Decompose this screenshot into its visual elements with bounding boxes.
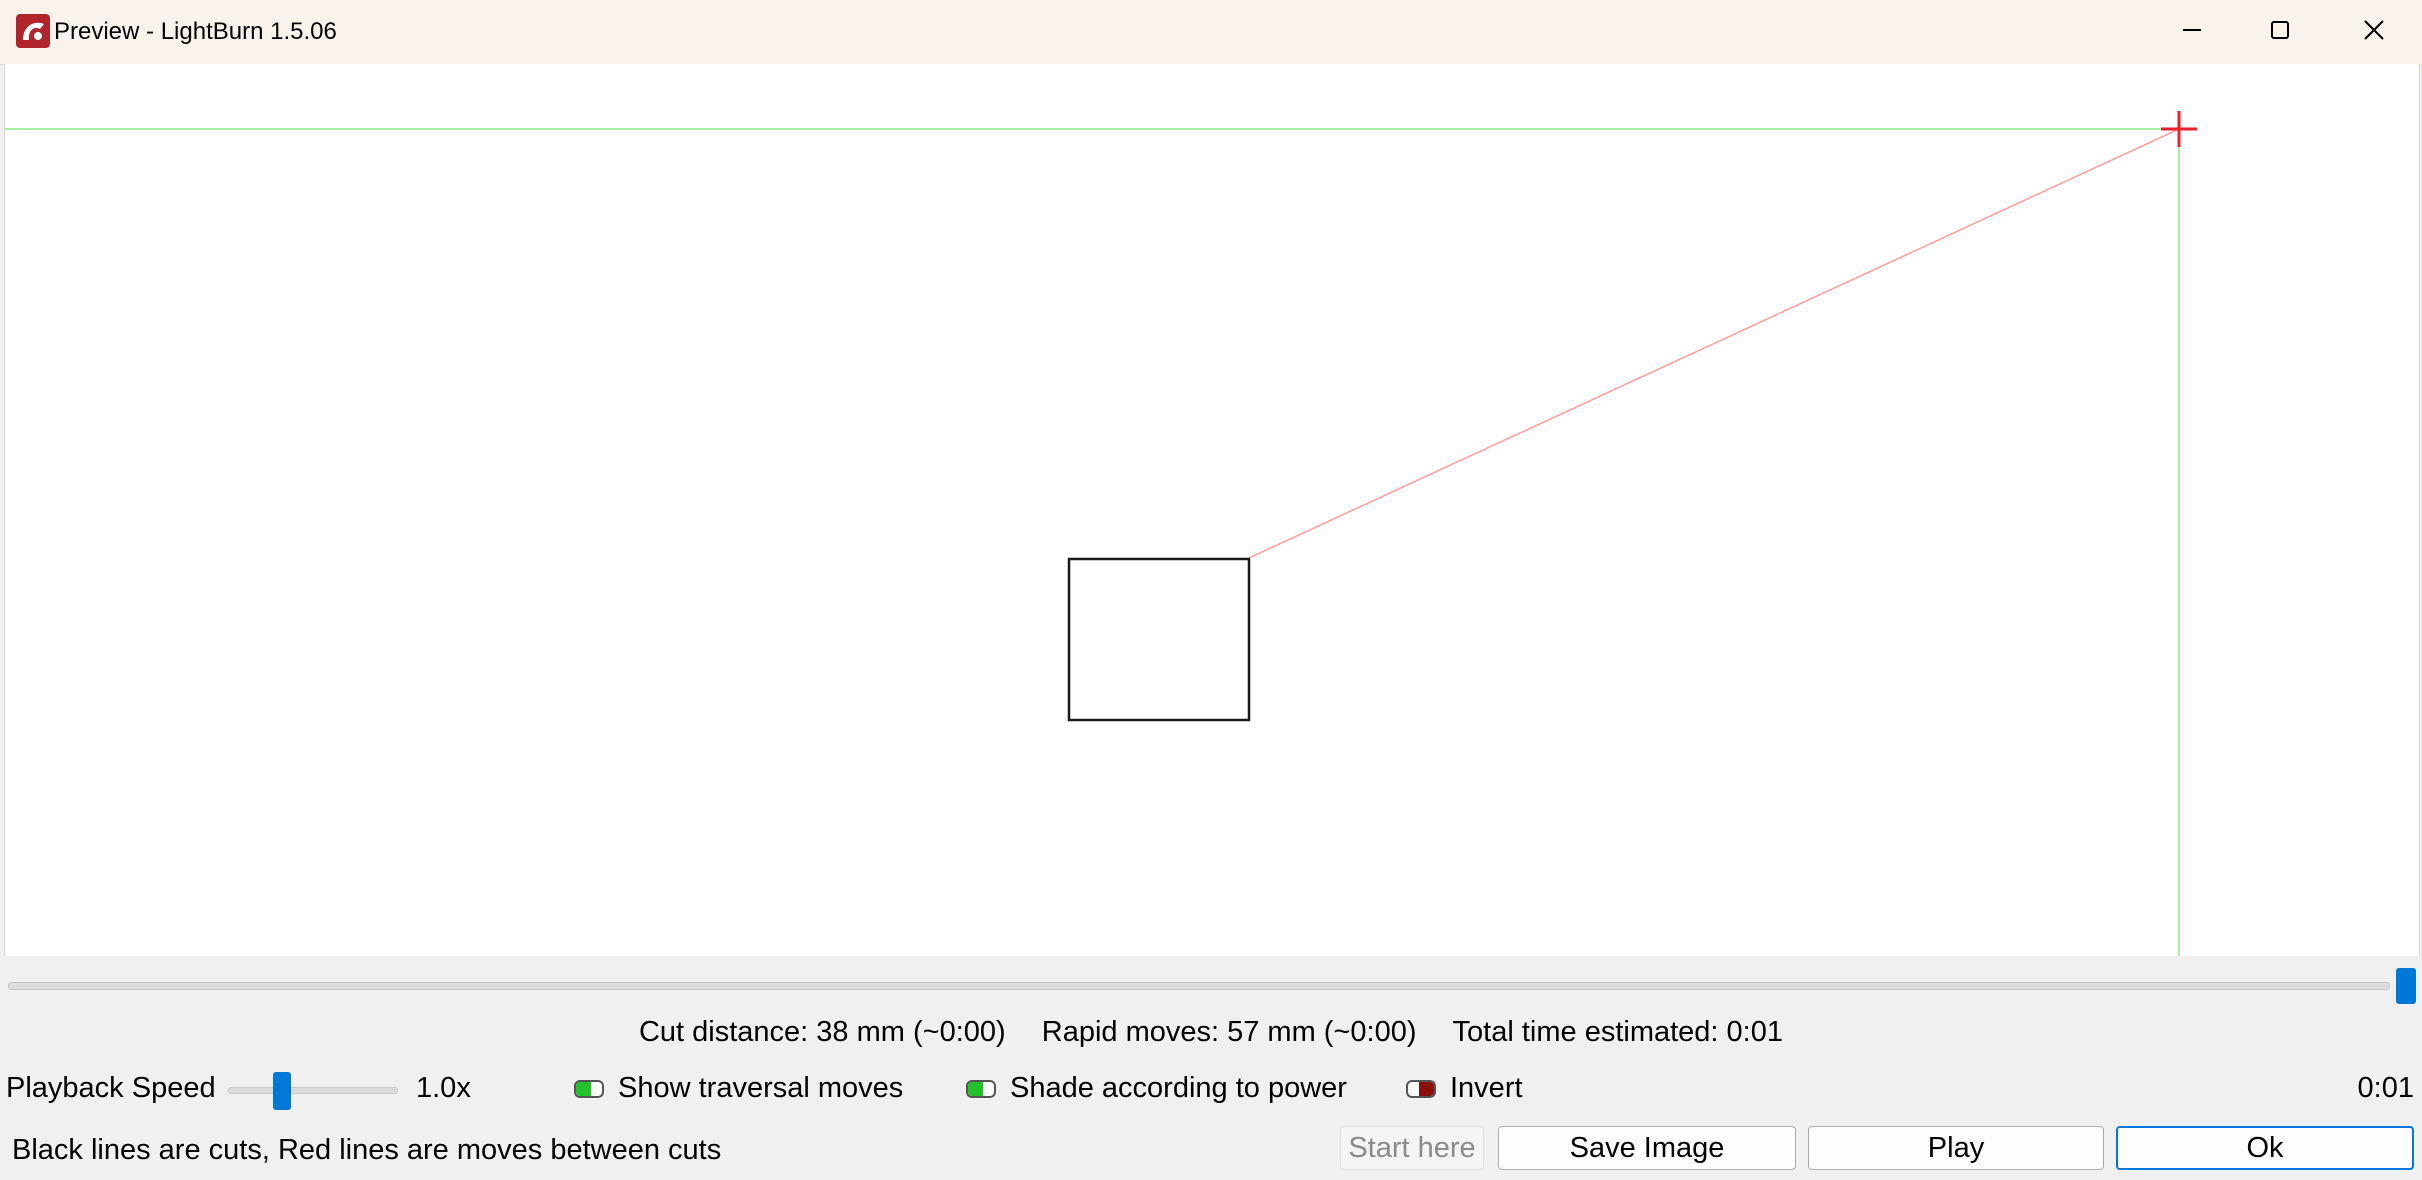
lightburn-logo-icon	[16, 14, 50, 48]
cut-square	[1067, 557, 1251, 722]
timeline-slider[interactable]	[8, 968, 2418, 1004]
timeline-track[interactable]	[8, 982, 2390, 990]
title-bar[interactable]: Preview - LightBurn 1.5.06	[0, 0, 2422, 65]
save-image-button[interactable]: Save Image	[1498, 1126, 1796, 1170]
invert-toggle[interactable]	[1406, 1080, 1436, 1098]
elapsed-time: 0:01	[2357, 1072, 2414, 1104]
rapid-move-line	[1248, 128, 2180, 559]
toggle-on-indicator	[968, 1082, 983, 1096]
toggle-on-indicator	[576, 1082, 591, 1096]
close-icon	[2364, 20, 2384, 40]
close-button[interactable]	[2328, 0, 2420, 60]
shade-power-toggle[interactable]	[966, 1080, 996, 1098]
window-title: Preview - LightBurn 1.5.06	[54, 18, 337, 45]
ok-button[interactable]: Ok	[2116, 1126, 2414, 1170]
preview-canvas[interactable]	[4, 64, 2420, 956]
footer-bar: Black lines are cuts, Red lines are move…	[0, 1124, 2422, 1176]
legend-hint: Black lines are cuts, Red lines are move…	[12, 1134, 722, 1166]
job-stats: Cut distance: 38 mm (~0:00) Rapid moves:…	[0, 1016, 2422, 1056]
cut-distance: Cut distance: 38 mm (~0:00)	[638, 1016, 1006, 1048]
show-traversal-label[interactable]: Show traversal moves	[618, 1072, 903, 1105]
toggle-off-indicator	[1419, 1082, 1434, 1096]
playback-speed-value: 1.0x	[416, 1072, 471, 1104]
maximize-icon	[2271, 21, 2289, 39]
playback-speed-thumb[interactable]	[273, 1072, 291, 1110]
playback-speed-track[interactable]	[228, 1087, 398, 1094]
preview-drawing	[5, 111, 2197, 956]
timeline-thumb[interactable]	[2396, 968, 2416, 1004]
maximize-button[interactable]	[2234, 0, 2326, 60]
rapid-moves: Rapid moves: 57 mm (~0:00)	[1041, 1016, 1417, 1048]
playback-speed-label: Playback Speed	[6, 1072, 216, 1104]
shade-power-label[interactable]: Shade according to power	[1010, 1072, 1347, 1105]
minimize-button[interactable]	[2146, 0, 2238, 60]
start-here-button[interactable]: Start here	[1340, 1126, 1484, 1170]
minimize-icon	[2183, 29, 2201, 31]
playback-speed-slider[interactable]	[228, 1072, 398, 1110]
play-button[interactable]: Play	[1808, 1126, 2104, 1170]
show-traversal-toggle[interactable]	[574, 1080, 604, 1098]
crosshair-icon	[2161, 111, 2197, 147]
total-time-estimated: Total time estimated: 0:01	[1452, 1016, 1783, 1048]
invert-label[interactable]: Invert	[1450, 1072, 1523, 1105]
playback-controls: Playback Speed 1.0x Show traversal moves…	[0, 1068, 2422, 1112]
